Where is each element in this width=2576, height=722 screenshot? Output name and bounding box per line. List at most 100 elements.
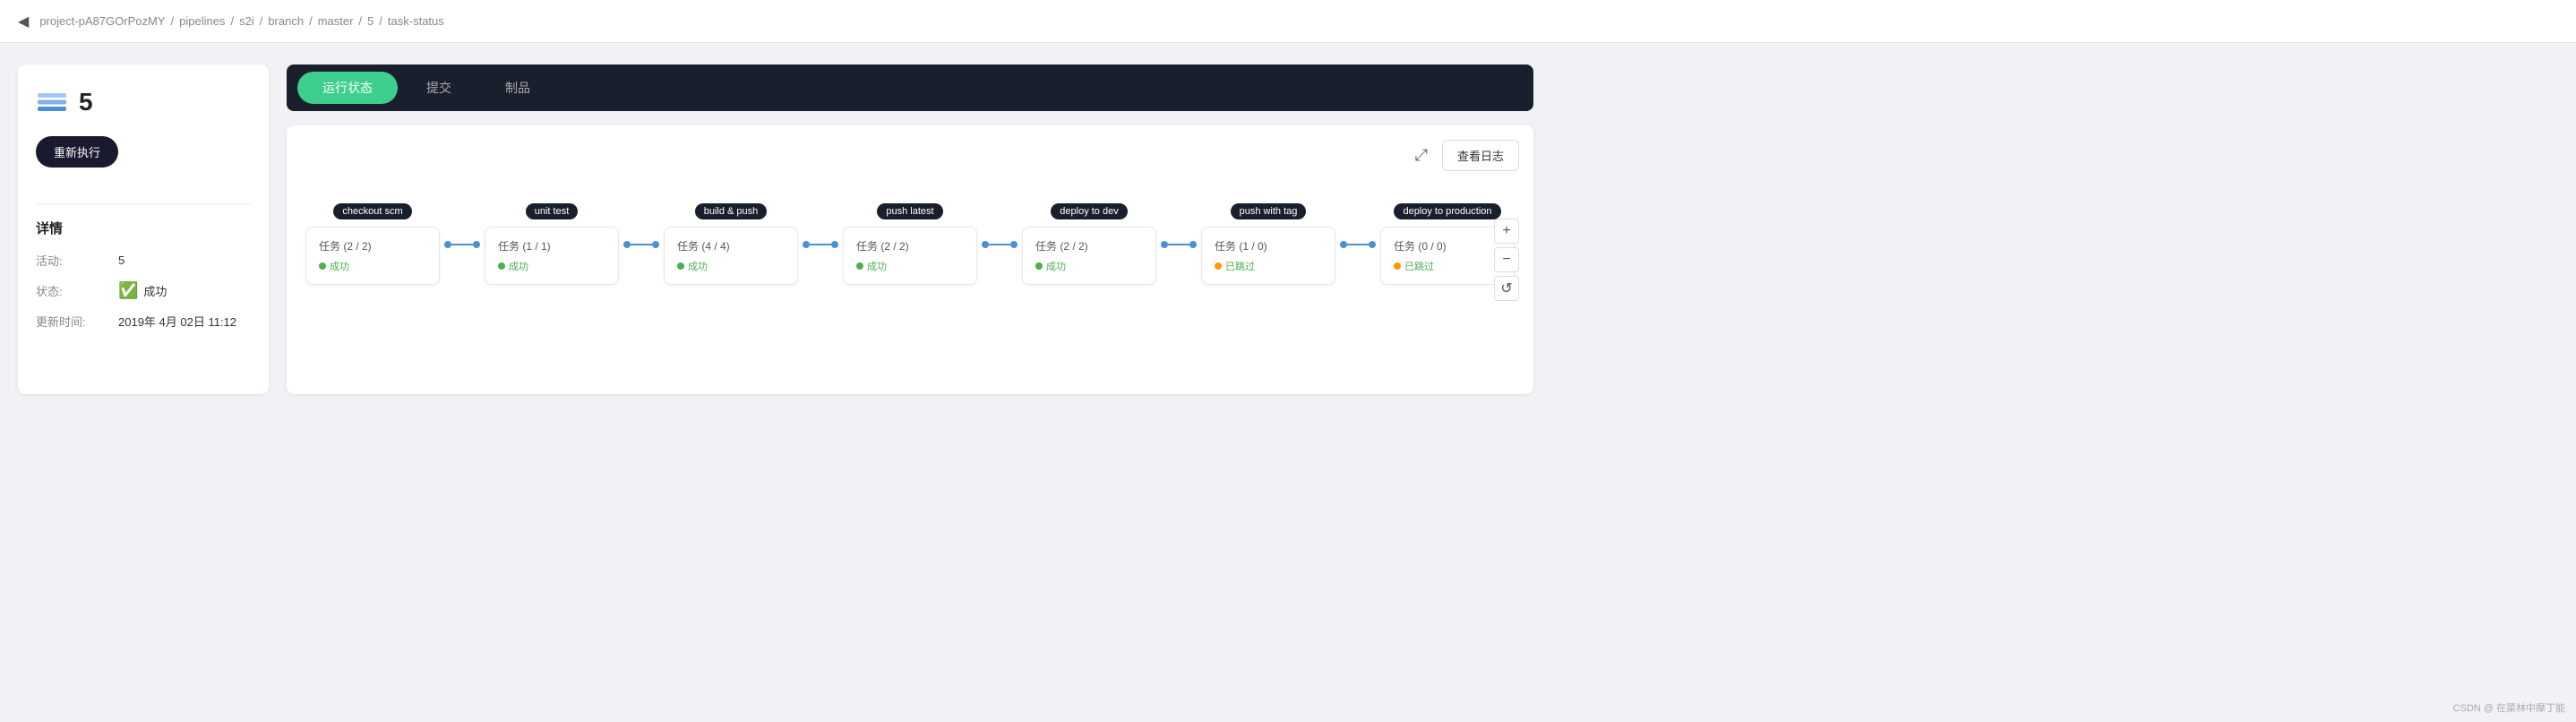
status-dot-icon [1215, 262, 1222, 270]
zoom-controls: + − ↺ [1494, 219, 1519, 301]
stage-tasks: 任务 (2 / 2) [1035, 238, 1143, 254]
zoom-reset-button[interactable]: ↺ [1494, 276, 1519, 301]
breadcrumb-task-status[interactable]: task-status [388, 14, 444, 28]
back-button[interactable]: ◀ [18, 13, 29, 30]
breadcrumb-sep6: / [379, 14, 382, 28]
status-success-icon: ✅ [118, 281, 138, 300]
connector-dot [1369, 241, 1376, 248]
stage-status: 成功 [856, 259, 964, 273]
stack-icon [36, 86, 68, 118]
stage-status-text: 成功 [330, 259, 349, 273]
connector-dot [1161, 241, 1168, 248]
pipeline-graph: checkout scm 任务 (2 / 2) 成功 unit test 任务 … [301, 185, 1519, 303]
stage-card[interactable]: 任务 (2 / 2) 成功 [843, 227, 977, 285]
stage-status: 已跳过 [1215, 259, 1322, 273]
stage-label: checkout scm [333, 203, 411, 219]
stage-container: checkout scm 任务 (2 / 2) 成功 [301, 203, 444, 285]
stage-status-text: 已跳过 [1225, 259, 1255, 273]
breadcrumb-pipelines[interactable]: pipelines [179, 14, 225, 28]
detail-status: 状态: ✅ 成功 [36, 281, 251, 300]
stage-status: 成功 [677, 259, 785, 273]
zoom-out-button[interactable]: − [1494, 247, 1519, 272]
stage-container: deploy to dev 任务 (2 / 2) 成功 [1018, 203, 1161, 285]
stage-node: push latest 任务 (2 / 2) 成功 [838, 203, 982, 285]
breadcrumb-branch[interactable]: branch [268, 14, 304, 28]
status-dot-icon [1394, 262, 1401, 270]
stage-container: unit test 任务 (1 / 1) 成功 [480, 203, 623, 285]
breadcrumb-sep2: / [230, 14, 234, 28]
stage-card[interactable]: 任务 (1 / 0) 已跳过 [1201, 227, 1335, 285]
stage-label: deploy to production [1394, 203, 1500, 219]
update-time-value: 2019年 4月 02日 11:12 [118, 313, 236, 330]
stage-node: checkout scm 任务 (2 / 2) 成功 [301, 203, 444, 285]
view-log-button[interactable]: 查看日志 [1442, 140, 1519, 171]
connector-line [451, 244, 473, 245]
stage-status: 成功 [319, 259, 426, 273]
stage-status: 成功 [1035, 259, 1143, 273]
left-panel: 5 重新执行 详情 活动: 5 状态: ✅ 成功 更新时间: 2019年 4月 … [18, 64, 269, 394]
stage-tasks: 任务 (2 / 2) [319, 238, 426, 254]
left-header: 5 [36, 86, 251, 118]
stage-status-text: 成功 [1046, 259, 1066, 273]
status-dot-icon [498, 262, 505, 270]
stage-node: build & push 任务 (4 / 4) 成功 [659, 203, 803, 285]
stage-container: push with tag 任务 (1 / 0) 已跳过 [1197, 203, 1340, 285]
status-value: ✅ 成功 [118, 281, 167, 300]
breadcrumb-5[interactable]: 5 [367, 14, 374, 28]
status-dot-icon [1035, 262, 1043, 270]
stage-label: build & push [695, 203, 768, 219]
connector-dot [1340, 241, 1347, 248]
stage-tasks: 任务 (1 / 0) [1215, 238, 1322, 254]
expand-icon[interactable]: ⤢ [1415, 146, 1428, 165]
tab-artifact[interactable]: 制品 [480, 72, 555, 104]
activity-value: 5 [118, 254, 125, 267]
stage-status: 已跳过 [1394, 259, 1501, 273]
stage-node: unit test 任务 (1 / 1) 成功 [480, 203, 623, 285]
connector [982, 241, 1018, 248]
stage-tasks: 任务 (2 / 2) [856, 238, 964, 254]
section-title: 详情 [36, 219, 251, 237]
connector-dot [1189, 241, 1197, 248]
breadcrumb-master[interactable]: master [318, 14, 354, 28]
breadcrumb-s2i[interactable]: s2i [239, 14, 254, 28]
update-time-label: 更新时间: [36, 313, 107, 330]
stage-card[interactable]: 任务 (1 / 1) 成功 [485, 227, 619, 285]
stage-label: push with tag [1231, 203, 1307, 219]
top-nav: ◀ project-pA87GOrPozMY / pipelines / s2i… [0, 0, 2576, 43]
stage-status-text: 成功 [867, 259, 887, 273]
pipeline-area: ⤢ 查看日志 checkout scm 任务 (2 / 2) 成功 [287, 125, 1533, 394]
tab-bar: 运行状态 提交 制品 [287, 64, 1533, 111]
breadcrumb-sep5: / [358, 14, 362, 28]
watermark: CSDN @ 在菜林中摩丁能 [2453, 701, 2565, 715]
stage-label: unit test [526, 203, 579, 219]
connector [803, 241, 838, 248]
stage-node: deploy to dev 任务 (2 / 2) 成功 [1018, 203, 1161, 285]
stage-container: build & push 任务 (4 / 4) 成功 [659, 203, 803, 285]
tab-commit[interactable]: 提交 [401, 72, 477, 104]
breadcrumb-sep1: / [170, 14, 174, 28]
right-panel: 运行状态 提交 制品 ⤢ 查看日志 checkout scm 任务 (2 / 2… [287, 64, 1533, 394]
connector-dot [652, 241, 659, 248]
stage-card[interactable]: 任务 (2 / 2) 成功 [1022, 227, 1156, 285]
breadcrumb-project[interactable]: project-pA87GOrPozMY [39, 14, 165, 28]
connector [444, 241, 480, 248]
status-dot-icon [856, 262, 863, 270]
activity-label: 活动: [36, 252, 107, 269]
rerun-button[interactable]: 重新执行 [36, 136, 118, 168]
status-label: 状态: [36, 282, 107, 299]
detail-activity: 活动: 5 [36, 252, 251, 269]
connector-dot [623, 241, 631, 248]
zoom-in-button[interactable]: + [1494, 219, 1519, 244]
stage-label: push latest [877, 203, 942, 219]
tab-run-status[interactable]: 运行状态 [297, 72, 398, 104]
stage-tasks: 任务 (4 / 4) [677, 238, 785, 254]
breadcrumb-sep4: / [309, 14, 313, 28]
breadcrumb: project-pA87GOrPozMY / pipelines / s2i /… [39, 14, 443, 28]
connector-dot [982, 241, 989, 248]
stage-status-text: 已跳过 [1404, 259, 1434, 273]
connector-dot [803, 241, 810, 248]
stage-card[interactable]: 任务 (2 / 2) 成功 [305, 227, 440, 285]
stage-card[interactable]: 任务 (4 / 4) 成功 [664, 227, 798, 285]
status-dot-icon [319, 262, 326, 270]
connector [1161, 241, 1197, 248]
